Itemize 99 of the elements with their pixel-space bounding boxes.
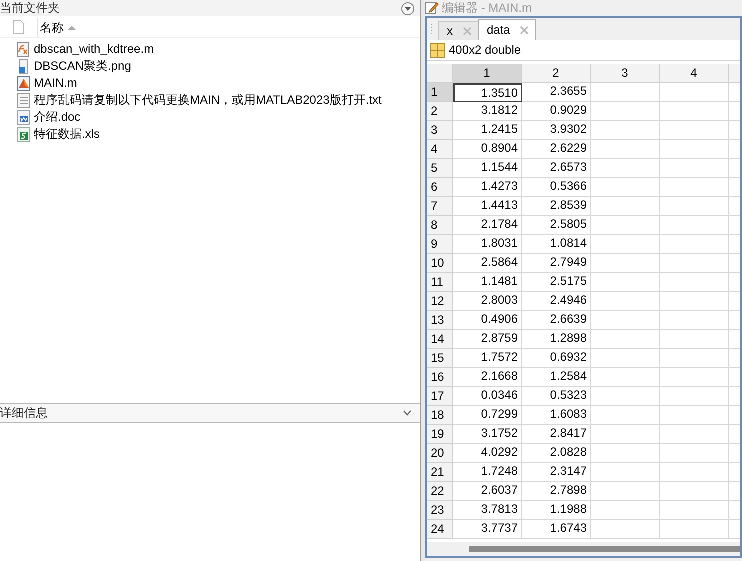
row-header[interactable]: 13: [427, 311, 453, 330]
table-cell: 2.7898: [522, 482, 591, 501]
text-file-icon: [16, 92, 32, 108]
table-cell: 1.2415: [453, 121, 522, 140]
file-item[interactable]: 介绍.doc: [34, 109, 81, 126]
row-header[interactable]: 14: [427, 330, 453, 349]
editor-tab[interactable]: data: [478, 19, 536, 40]
table-cell: 2.0828: [522, 444, 591, 463]
row-header[interactable]: 18: [427, 406, 453, 425]
table-cell: 2.3655: [522, 83, 591, 102]
table-cell: 0.5323: [522, 387, 591, 406]
table-cell: 0.5366: [522, 178, 591, 197]
table-cell: 1.6743: [522, 520, 591, 539]
row-header[interactable]: 11: [427, 273, 453, 292]
table-cell: 2.5805: [522, 216, 591, 235]
table-cell: 0.6932: [522, 349, 591, 368]
row-header[interactable]: 22: [427, 482, 453, 501]
table-cell: 2.6229: [522, 140, 591, 159]
table-cell: 2.6639: [522, 311, 591, 330]
name-column-header[interactable]: 名称: [38, 18, 76, 36]
table-cell: 0.4906: [453, 311, 522, 330]
table-cell: 2.3147: [522, 463, 591, 482]
editor-title: 编辑器 - MAIN.m: [442, 1, 532, 15]
spreadsheet-file-icon: [16, 126, 32, 142]
editor-tab[interactable]: x: [438, 21, 479, 40]
table-cell: 1.2898: [522, 330, 591, 349]
table-cell: 1.7248: [453, 463, 522, 482]
table-cell: 1.1481: [453, 273, 522, 292]
function-file-icon: [16, 42, 32, 58]
row-header[interactable]: 8: [427, 216, 453, 235]
table-cell: 2.8759: [453, 330, 522, 349]
column-header[interactable]: 2: [522, 64, 591, 83]
file-item[interactable]: 特征数据.xls: [34, 126, 100, 143]
table-grid-icon: [430, 42, 445, 58]
table-cell: 2.8539: [522, 197, 591, 216]
close-icon: [463, 26, 472, 36]
table-cell: 2.4946: [522, 292, 591, 311]
row-header[interactable]: 9: [427, 235, 453, 254]
table-cell: 0.8904: [453, 140, 522, 159]
table-cell: 0.9029: [522, 102, 591, 121]
table-cell: 2.1784: [453, 216, 522, 235]
row-header[interactable]: 1: [427, 83, 453, 102]
table-cell: 3.7737: [453, 520, 522, 539]
table-cell: 2.1668: [453, 368, 522, 387]
table-cell: 1.6083: [522, 406, 591, 425]
row-header[interactable]: 5: [427, 159, 453, 178]
column-header[interactable]: 4: [660, 64, 729, 83]
table-cell: 3.1812: [453, 102, 522, 121]
table-cell: 0.7299: [453, 406, 522, 425]
row-header[interactable]: 20: [427, 444, 453, 463]
table-cell: 1.3510: [453, 83, 522, 102]
row-header[interactable]: 10: [427, 254, 453, 273]
table-cell: 2.5864: [453, 254, 522, 273]
table-cell: 0.0346: [453, 387, 522, 406]
table-cell: 1.1544: [453, 159, 522, 178]
row-header[interactable]: 7: [427, 197, 453, 216]
column-header[interactable]: 1: [453, 64, 522, 83]
file-item[interactable]: DBSCAN聚类.png: [34, 58, 132, 75]
variable-info: 400x2 double: [449, 42, 522, 59]
panel-title: 当前文件夹: [0, 1, 60, 15]
table-cell: 1.4413: [453, 197, 522, 216]
row-header[interactable]: 3: [427, 121, 453, 140]
script-file-icon: [16, 76, 32, 92]
file-item[interactable]: dbscan_with_kdtree.m: [34, 41, 154, 58]
row-header[interactable]: 23: [427, 501, 453, 520]
file-item[interactable]: MAIN.m: [34, 75, 78, 92]
row-header[interactable]: 6: [427, 178, 453, 197]
table-cell: 2.6037: [453, 482, 522, 501]
row-header[interactable]: 12: [427, 292, 453, 311]
table-cell: 1.4273: [453, 178, 522, 197]
table-cell: 2.8417: [522, 425, 591, 444]
table-cell: 1.1988: [522, 501, 591, 520]
row-header[interactable]: 19: [427, 425, 453, 444]
table-cell: 2.8003: [453, 292, 522, 311]
column-header[interactable]: 3: [591, 64, 660, 83]
row-header[interactable]: 4: [427, 140, 453, 159]
table-cell: 1.8031: [453, 235, 522, 254]
table-cell: 3.1752: [453, 425, 522, 444]
table-cell: 3.9302: [522, 121, 591, 140]
table-cell: 3.7813: [453, 501, 522, 520]
table-cell: 1.0814: [522, 235, 591, 254]
table-cell: 4.0292: [453, 444, 522, 463]
table-cell: 2.7949: [522, 254, 591, 273]
sort-ascending-icon: [68, 24, 76, 30]
table-cell: 1.2584: [522, 368, 591, 387]
document-file-icon: [16, 110, 32, 126]
file-item[interactable]: 程序乱码请复制以下代码更换MAIN，或用MATLAB2023版打开.txt: [34, 92, 382, 109]
row-header[interactable]: 16: [427, 368, 453, 387]
table-cell: 1.7572: [453, 349, 522, 368]
close-icon: [520, 26, 530, 34]
table-cell: 2.6573: [522, 159, 591, 178]
row-header[interactable]: 17: [427, 387, 453, 406]
row-header[interactable]: 2: [427, 102, 453, 121]
row-header[interactable]: 21: [427, 463, 453, 482]
table-cell: 2.5175: [522, 273, 591, 292]
expand-icon: [403, 410, 412, 416]
row-header[interactable]: 15: [427, 349, 453, 368]
row-header[interactable]: 24: [427, 520, 453, 539]
details-header[interactable]: 详细信息: [0, 403, 420, 423]
